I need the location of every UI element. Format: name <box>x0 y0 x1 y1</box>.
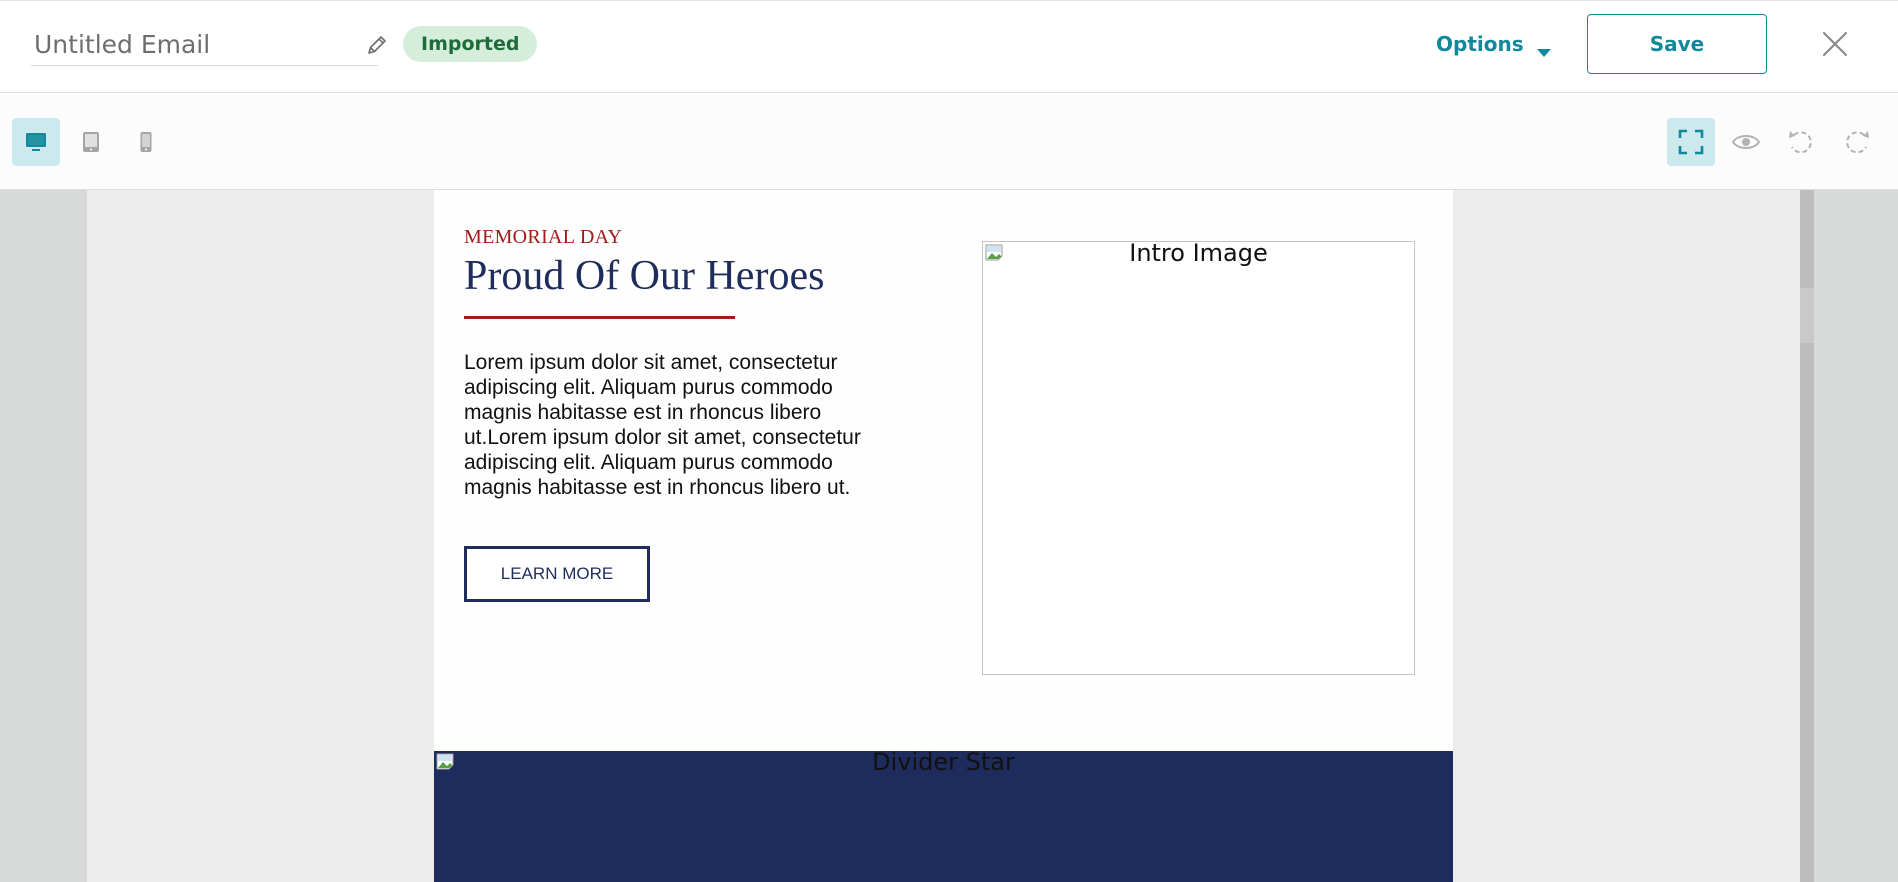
undo-button[interactable] <box>1777 118 1825 166</box>
email-headline: Proud Of Our Heroes <box>464 253 825 299</box>
tablet-icon <box>79 130 103 154</box>
fullscreen-button[interactable] <box>1667 118 1715 166</box>
save-button[interactable]: Save <box>1587 14 1767 74</box>
mobile-view-button[interactable] <box>122 118 170 166</box>
divider-image-alt: Divider Star <box>872 748 1015 776</box>
caret-down-icon <box>1536 39 1552 57</box>
divider-section: Divider Star <box>434 748 1453 882</box>
email-title-field <box>31 23 386 66</box>
tablet-view-button[interactable] <box>67 118 115 166</box>
scrollbar-thumb[interactable] <box>1800 288 1814 343</box>
fullscreen-icon <box>1677 128 1705 156</box>
redo-button[interactable] <box>1833 118 1881 166</box>
email-body-text: Lorem ipsum dolor sit amet, consectetur … <box>464 351 861 499</box>
desktop-icon <box>24 130 48 154</box>
eye-icon <box>1731 131 1761 153</box>
top-header: Imported Options Save <box>0 0 1898 93</box>
status-badge: Imported <box>403 26 538 62</box>
preview-button[interactable] <box>1722 118 1770 166</box>
broken-image-icon <box>436 753 458 775</box>
broken-image-icon <box>985 244 1007 266</box>
email-title-input[interactable] <box>34 27 334 61</box>
pencil-icon[interactable] <box>364 32 390 58</box>
email-eyebrow: MEMORIAL DAY <box>464 226 623 248</box>
close-icon[interactable] <box>1820 29 1850 59</box>
email-body: MEMORIAL DAY Proud Of Our Heroes Lorem i… <box>434 190 1453 882</box>
editor-canvas: MEMORIAL DAY Proud Of Our Heroes Lorem i… <box>0 190 1898 882</box>
editor-toolbar <box>0 93 1898 190</box>
mobile-icon <box>134 130 158 154</box>
options-label: Options <box>1436 32 1524 56</box>
intro-image[interactable]: Intro Image <box>982 241 1415 675</box>
options-dropdown[interactable]: Options <box>1436 27 1552 61</box>
redo-icon <box>1842 127 1872 157</box>
undo-icon <box>1786 127 1816 157</box>
desktop-view-button[interactable] <box>12 118 60 166</box>
intro-image-alt: Intro Image <box>1129 239 1268 267</box>
learn-more-button[interactable]: LEARN MORE <box>464 546 650 602</box>
headline-divider <box>464 316 735 319</box>
